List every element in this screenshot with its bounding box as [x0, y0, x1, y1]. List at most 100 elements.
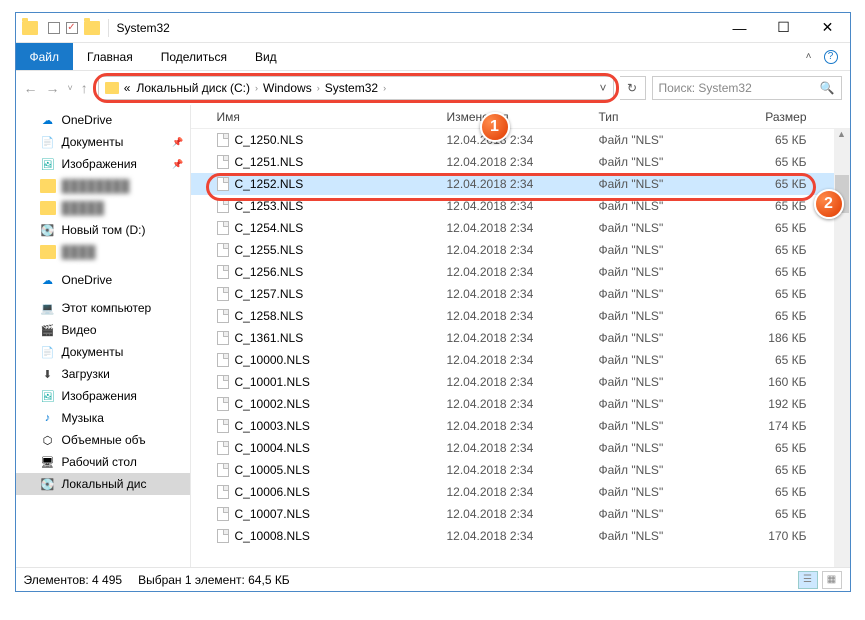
up-button[interactable]: ↑ — [81, 80, 88, 96]
qat-check-on[interactable] — [66, 22, 78, 34]
file-row[interactable]: C_1253.NLS12.04.2018 2:34Файл "NLS"65 КБ — [191, 195, 850, 217]
sidebar-item[interactable]: ████████ — [16, 175, 190, 197]
close-button[interactable]: ✕ — [806, 13, 850, 43]
file-row[interactable]: C_1250.NLS12.04.2018 2:34Файл "NLS"65 КБ — [191, 129, 850, 151]
icons-view-button[interactable]: ▦ — [822, 571, 842, 589]
sidebar-item[interactable]: ⬇Загрузки — [16, 363, 190, 385]
file-name: C_10007.NLS — [235, 507, 447, 521]
file-row[interactable]: C_10007.NLS12.04.2018 2:34Файл "NLS"65 К… — [191, 503, 850, 525]
file-size: 65 КБ — [721, 463, 807, 477]
onedrive-icon: ☁ — [40, 273, 56, 287]
maximize-button[interactable]: ☐ — [762, 13, 806, 43]
col-date[interactable]: Изменения — [447, 110, 599, 124]
address-bar[interactable]: « Локальный диск (C:) › Windows › System… — [98, 76, 614, 100]
sidebar-item[interactable]: 🖼Изображения — [16, 385, 190, 407]
nav-arrows: ← → ˅ ↑ — [24, 80, 88, 96]
desktop-icon: 🖥 — [40, 455, 56, 469]
col-name[interactable]: Имя — [217, 110, 447, 124]
chevron-right-icon[interactable]: › — [383, 83, 386, 93]
file-date: 12.04.2018 2:34 — [447, 221, 599, 235]
file-row[interactable]: C_1258.NLS12.04.2018 2:34Файл "NLS"65 КБ — [191, 305, 850, 327]
hdd-icon: 💽 — [40, 477, 56, 491]
sidebar-item[interactable]: ☁OneDrive — [16, 269, 190, 291]
file-size: 65 КБ — [721, 309, 807, 323]
sidebar-item[interactable]: 💽Новый том (D:) — [16, 219, 190, 241]
file-date: 12.04.2018 2:34 — [447, 441, 599, 455]
file-row[interactable]: C_10006.NLS12.04.2018 2:34Файл "NLS"65 К… — [191, 481, 850, 503]
details-view-button[interactable]: ☰ — [798, 571, 818, 589]
address-dropdown[interactable]: ˅ — [599, 81, 606, 95]
callout-badge-2: 2 — [814, 189, 844, 219]
file-row[interactable]: C_10005.NLS12.04.2018 2:34Файл "NLS"65 К… — [191, 459, 850, 481]
file-type: Файл "NLS" — [599, 529, 721, 543]
file-name: C_1252.NLS — [235, 177, 447, 191]
file-date: 12.04.2018 2:34 — [447, 177, 599, 191]
help-icon[interactable]: ? — [824, 50, 838, 64]
pc-icon: 💻 — [40, 301, 56, 315]
tab-view[interactable]: Вид — [241, 43, 291, 70]
folder-icon — [40, 201, 56, 215]
file-type: Файл "NLS" — [599, 155, 721, 169]
sidebar-item[interactable]: 🖥Рабочий стол — [16, 451, 190, 473]
sidebar-item-label: OneDrive — [62, 113, 113, 127]
img-icon: 🖼 — [40, 157, 56, 171]
folder-icon — [105, 82, 119, 94]
chevron-right-icon[interactable]: › — [317, 83, 320, 93]
sidebar-item[interactable]: 🎬Видео — [16, 319, 190, 341]
breadcrumb-part[interactable]: System32 — [324, 79, 379, 97]
file-row[interactable]: C_1256.NLS12.04.2018 2:34Файл "NLS"65 КБ — [191, 261, 850, 283]
file-row[interactable]: C_10001.NLS12.04.2018 2:34Файл "NLS"160 … — [191, 371, 850, 393]
view-switcher: ☰ ▦ — [798, 571, 842, 589]
sidebar-item[interactable]: 📄Документы — [16, 341, 190, 363]
scroll-up-icon[interactable]: ▲ — [834, 129, 850, 145]
refresh-button[interactable]: ↻ — [620, 76, 646, 100]
sidebar-item[interactable]: 💻Этот компьютер — [16, 297, 190, 319]
tab-share[interactable]: Поделиться — [147, 43, 241, 70]
file-type: Файл "NLS" — [599, 353, 721, 367]
tab-home[interactable]: Главная — [73, 43, 147, 70]
qat-check-empty[interactable] — [48, 22, 60, 34]
sidebar-item[interactable]: ████ — [16, 241, 190, 263]
file-row[interactable]: C_1257.NLS12.04.2018 2:34Файл "NLS"65 КБ — [191, 283, 850, 305]
file-row[interactable]: C_1254.NLS12.04.2018 2:34Файл "NLS"65 КБ — [191, 217, 850, 239]
file-row[interactable]: C_1251.NLS12.04.2018 2:34Файл "NLS"65 КБ — [191, 151, 850, 173]
file-list[interactable]: C_1250.NLS12.04.2018 2:34Файл "NLS"65 КБ… — [191, 129, 850, 567]
breadcrumb-part[interactable]: Локальный диск (C:) — [135, 79, 251, 97]
file-row[interactable]: C_10002.NLS12.04.2018 2:34Файл "NLS"192 … — [191, 393, 850, 415]
file-row[interactable]: C_1255.NLS12.04.2018 2:34Файл "NLS"65 КБ — [191, 239, 850, 261]
sidebar-item[interactable]: █████ — [16, 197, 190, 219]
file-date: 12.04.2018 2:34 — [447, 243, 599, 257]
file-name: C_1361.NLS — [235, 331, 447, 345]
minimize-button[interactable]: — — [718, 13, 762, 43]
file-size: 65 КБ — [721, 243, 807, 257]
recent-dropdown[interactable]: ˅ — [68, 83, 73, 93]
file-size: 65 КБ — [721, 353, 807, 367]
col-size[interactable]: Размер — [721, 110, 807, 124]
status-selection: Выбран 1 элемент: 64,5 КБ — [138, 573, 290, 587]
col-type[interactable]: Тип — [599, 110, 721, 124]
sidebar[interactable]: ☁OneDrive📄Документы🖼Изображения█████████… — [16, 105, 191, 567]
file-row[interactable]: C_10000.NLS12.04.2018 2:34Файл "NLS"65 К… — [191, 349, 850, 371]
file-row[interactable]: C_10003.NLS12.04.2018 2:34Файл "NLS"174 … — [191, 415, 850, 437]
sidebar-item[interactable]: ♪Музыка — [16, 407, 190, 429]
sidebar-item[interactable]: 🖼Изображения — [16, 153, 190, 175]
breadcrumb-part[interactable]: Windows — [262, 79, 313, 97]
file-type: Файл "NLS" — [599, 507, 721, 521]
file-date: 12.04.2018 2:34 — [447, 507, 599, 521]
chevron-right-icon[interactable]: › — [255, 83, 258, 93]
search-icon[interactable]: 🔍 — [820, 81, 835, 95]
ribbon-expand-icon[interactable]: ˄ — [806, 51, 812, 62]
tab-file[interactable]: Файл — [16, 43, 74, 70]
file-row[interactable]: C_10008.NLS12.04.2018 2:34Файл "NLS"170 … — [191, 525, 850, 547]
sidebar-item[interactable]: ☁OneDrive — [16, 109, 190, 131]
sidebar-item[interactable]: 📄Документы — [16, 131, 190, 153]
forward-button[interactable]: → — [46, 80, 60, 96]
back-button[interactable]: ← — [24, 80, 38, 96]
search-input[interactable]: Поиск: System32 🔍 — [652, 76, 842, 100]
file-size: 65 КБ — [721, 133, 807, 147]
file-row[interactable]: C_1361.NLS12.04.2018 2:34Файл "NLS"186 К… — [191, 327, 850, 349]
file-row[interactable]: C_1252.NLS12.04.2018 2:34Файл "NLS"65 КБ — [191, 173, 850, 195]
file-row[interactable]: C_10004.NLS12.04.2018 2:34Файл "NLS"65 К… — [191, 437, 850, 459]
sidebar-item[interactable]: 💽Локальный дис — [16, 473, 190, 495]
sidebar-item[interactable]: ⬡Объемные объ — [16, 429, 190, 451]
